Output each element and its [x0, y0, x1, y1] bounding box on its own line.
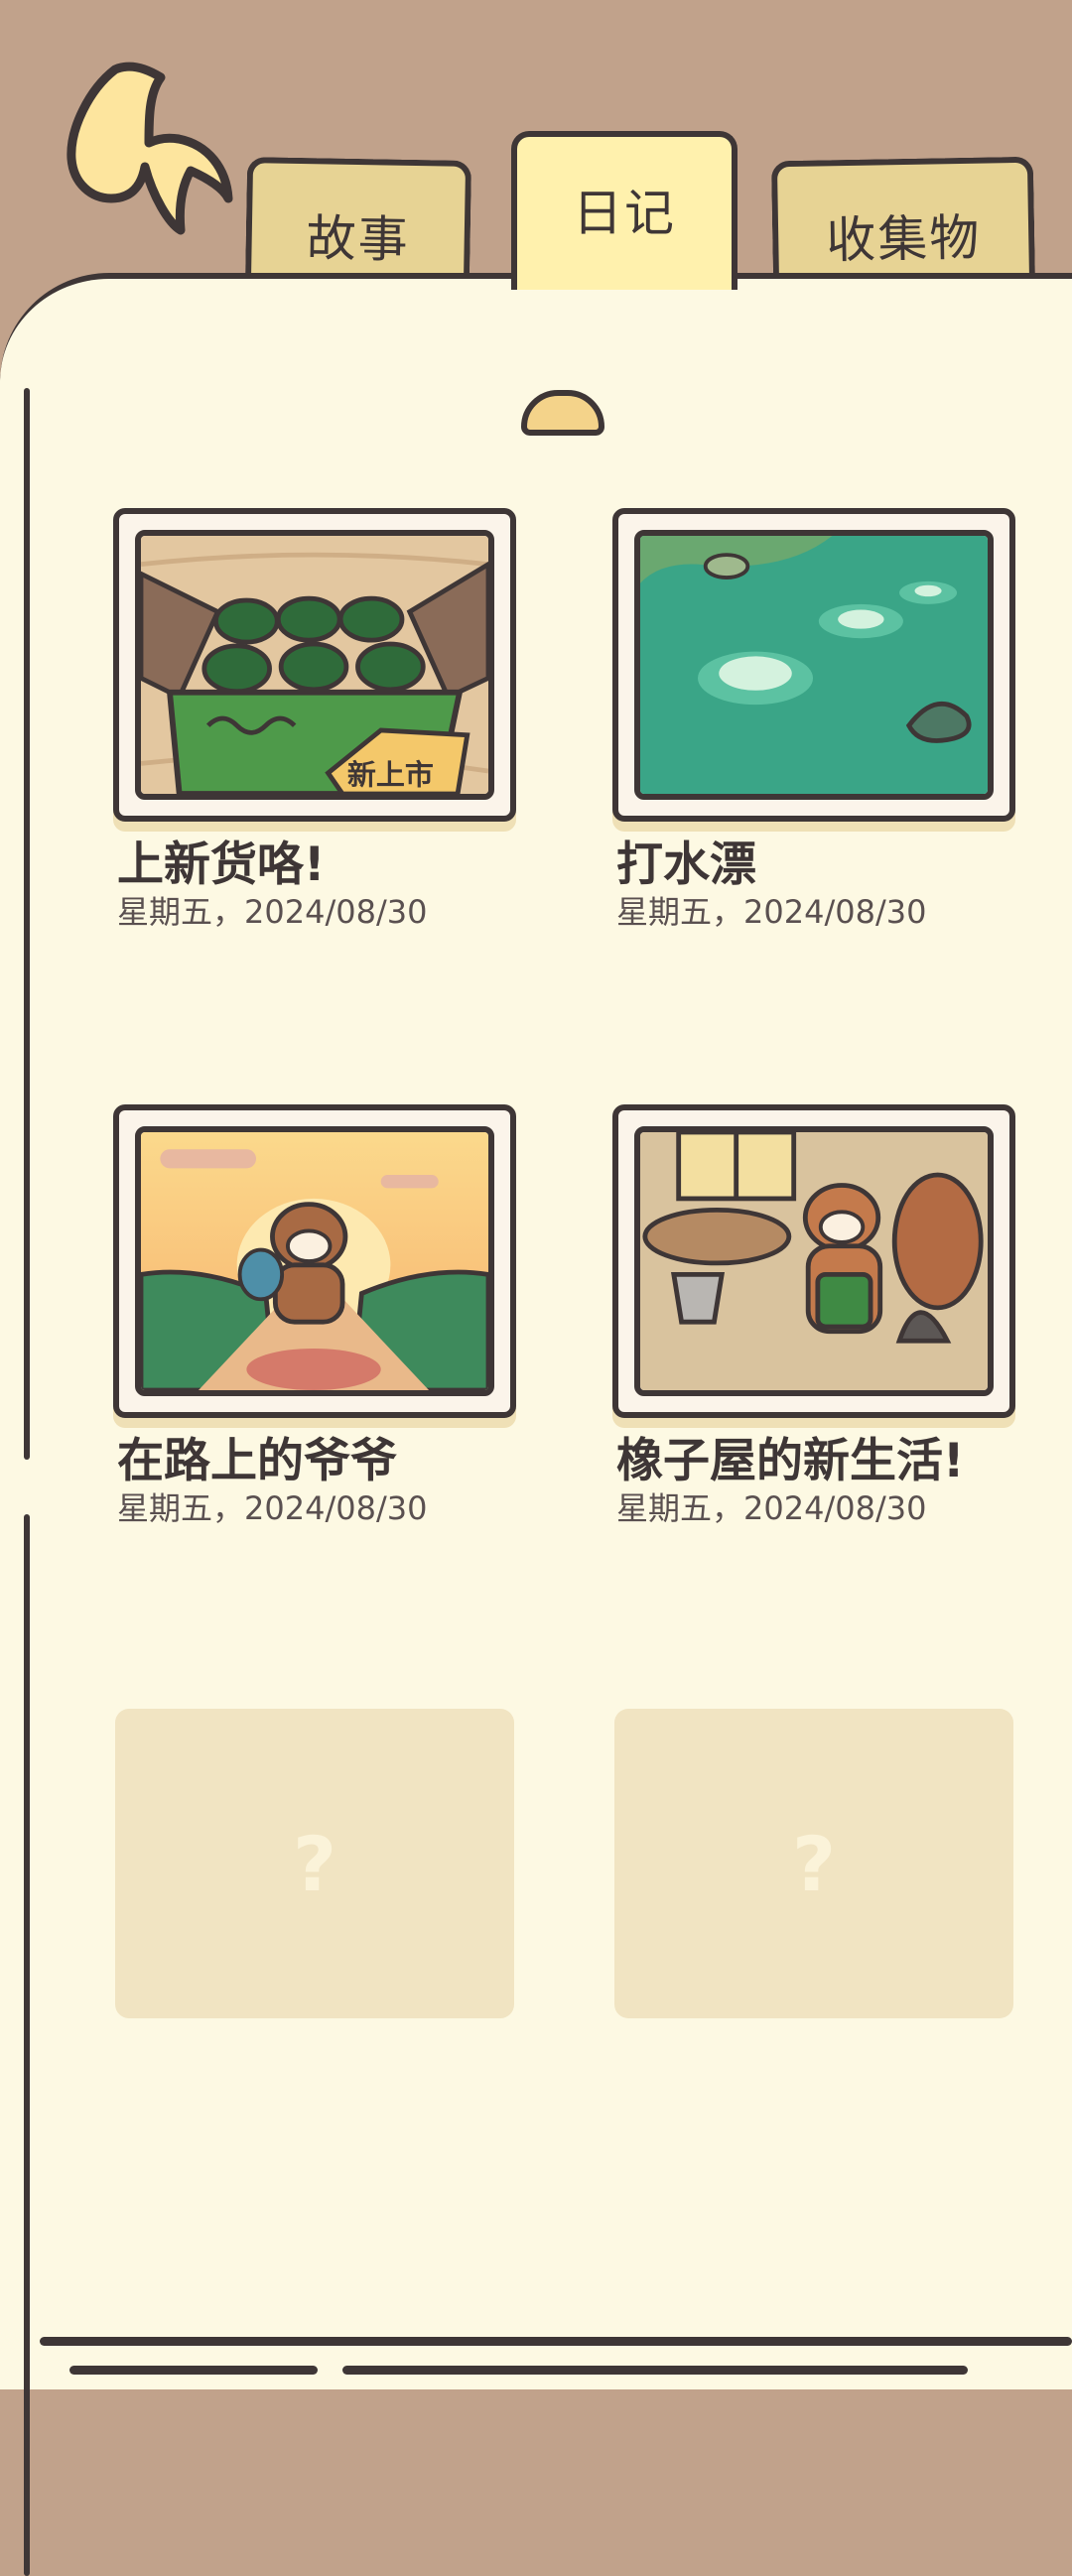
question-mark-icon: ?: [292, 1819, 337, 1908]
entry-date: 星期五，2024/08/30: [117, 893, 428, 931]
entry-title: 在路上的爷爷: [117, 1434, 397, 1488]
entry-title: 橡子屋的新生活!: [616, 1434, 965, 1488]
photo-frame: [612, 1104, 1015, 1418]
tab-collectibles[interactable]: 收集物: [770, 156, 1036, 291]
photo-frame: [612, 508, 1015, 822]
entry-date: 星期五，2024/08/30: [616, 893, 927, 931]
page-bottom-edge: [40, 2337, 1072, 2346]
back-button[interactable]: [50, 50, 248, 238]
svg-text:新上市: 新上市: [347, 758, 434, 792]
page-bottom-edge: [342, 2366, 968, 2375]
grandpa-on-road-picture: [135, 1126, 494, 1396]
tab-story-label: 故事: [306, 209, 411, 269]
page-bottom-edge: [69, 2366, 318, 2375]
locked-entry-card: ?: [614, 1709, 1013, 2018]
entry-date: 星期五，2024/08/30: [117, 1489, 428, 1527]
question-mark-icon: ?: [791, 1819, 837, 1908]
entry-title: 上新货咯!: [117, 837, 326, 892]
tab-diary[interactable]: 日记: [511, 131, 737, 290]
pond-ripples-picture: [634, 530, 994, 800]
soda-cans-box-picture: 新上市: [135, 530, 494, 800]
entry-title: 打水漂: [616, 837, 756, 892]
photo-frame: [113, 1104, 516, 1418]
tab-diary-label: 日记: [573, 185, 676, 242]
squirrel-cleaning-picture: [634, 1126, 994, 1396]
tab-collectibles-label: 收集物: [825, 208, 982, 270]
page-margin-line: [24, 388, 30, 1460]
locked-entry-card: ?: [115, 1709, 514, 2018]
photo-frame: 新上市: [113, 508, 516, 822]
page-margin-line: [24, 1514, 30, 2576]
curved-back-arrow-icon: [67, 62, 233, 235]
entry-date: 星期五，2024/08/30: [616, 1489, 927, 1527]
tab-story[interactable]: 故事: [244, 157, 472, 290]
